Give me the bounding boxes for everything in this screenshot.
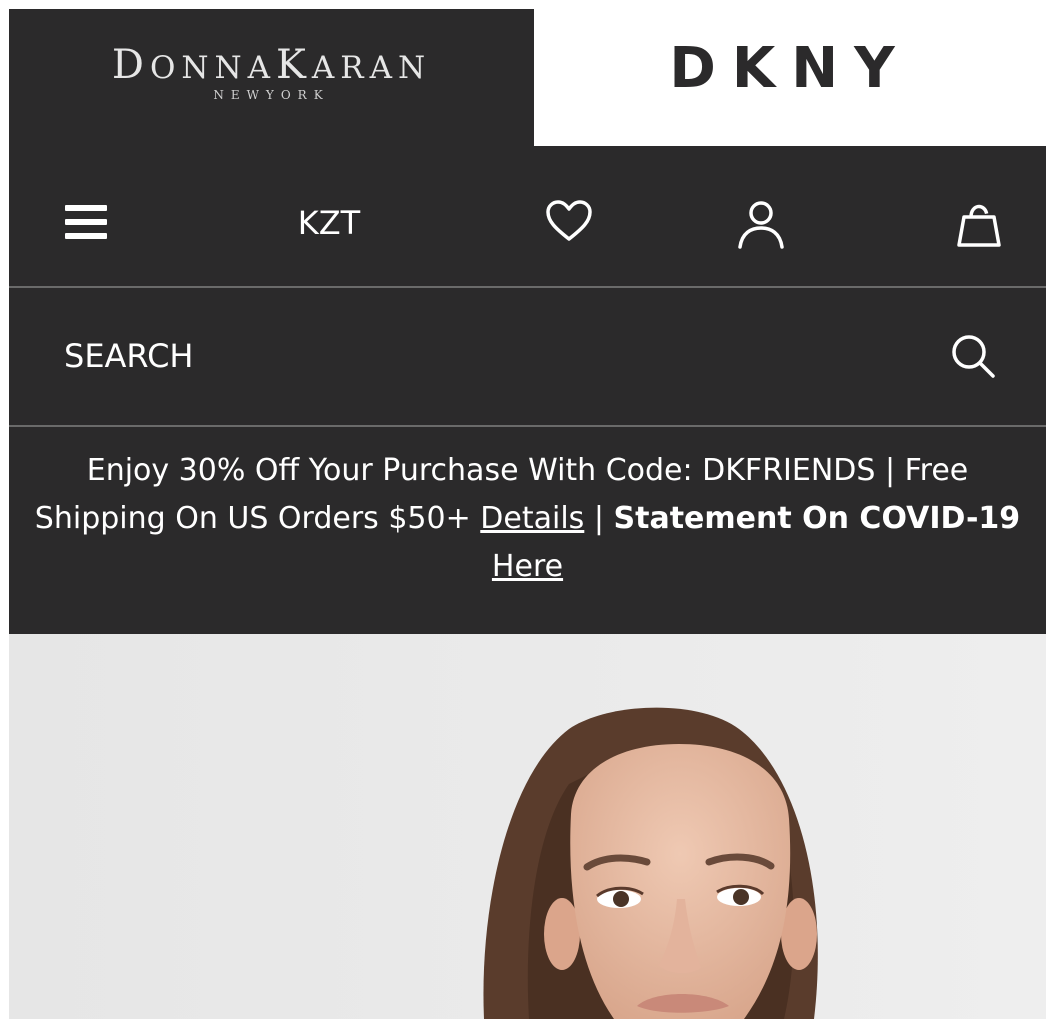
covid-statement: Statement On COVID-19 [613, 501, 1021, 536]
brand-tabs: DONNAKARAN NEWYORK DKNY [9, 9, 1046, 146]
search-input[interactable] [59, 326, 929, 386]
donna-karan-logo: DONNAKARAN [111, 42, 432, 88]
nav-bar: KZT [9, 146, 1046, 286]
shopping-bag-icon [957, 204, 1001, 247]
search-button[interactable] [947, 330, 1007, 390]
menu-button[interactable] [61, 198, 111, 246]
cart-button[interactable] [949, 194, 1009, 254]
details-link[interactable]: Details [480, 501, 584, 536]
hero-image[interactable] [9, 634, 1046, 1019]
heart-icon [546, 200, 592, 241]
currency-selector[interactable]: KZT [279, 196, 379, 250]
hamburger-menu-icon [65, 205, 107, 239]
donna-karan-subtitle: NEWYORK [213, 88, 330, 102]
search-icon [952, 335, 995, 378]
search-bar [9, 288, 1046, 425]
promo-banner: Enjoy 30% Off Your Purchase With Code: D… [9, 427, 1046, 634]
user-icon [738, 201, 784, 249]
model-portrait [9, 634, 1046, 1019]
here-link[interactable]: Here [492, 549, 563, 584]
wishlist-button[interactable] [539, 194, 599, 248]
dkny-logo: DKNY [669, 36, 911, 101]
promo-separator: | [593, 501, 604, 536]
tab-dkny[interactable]: DKNY [534, 9, 1046, 146]
page-frame: DONNAKARAN NEWYORK DKNY KZT SEARCH Enjoy… [9, 9, 1046, 1019]
account-button[interactable] [731, 194, 791, 254]
tab-donna-karan[interactable]: DONNAKARAN NEWYORK [9, 9, 534, 146]
